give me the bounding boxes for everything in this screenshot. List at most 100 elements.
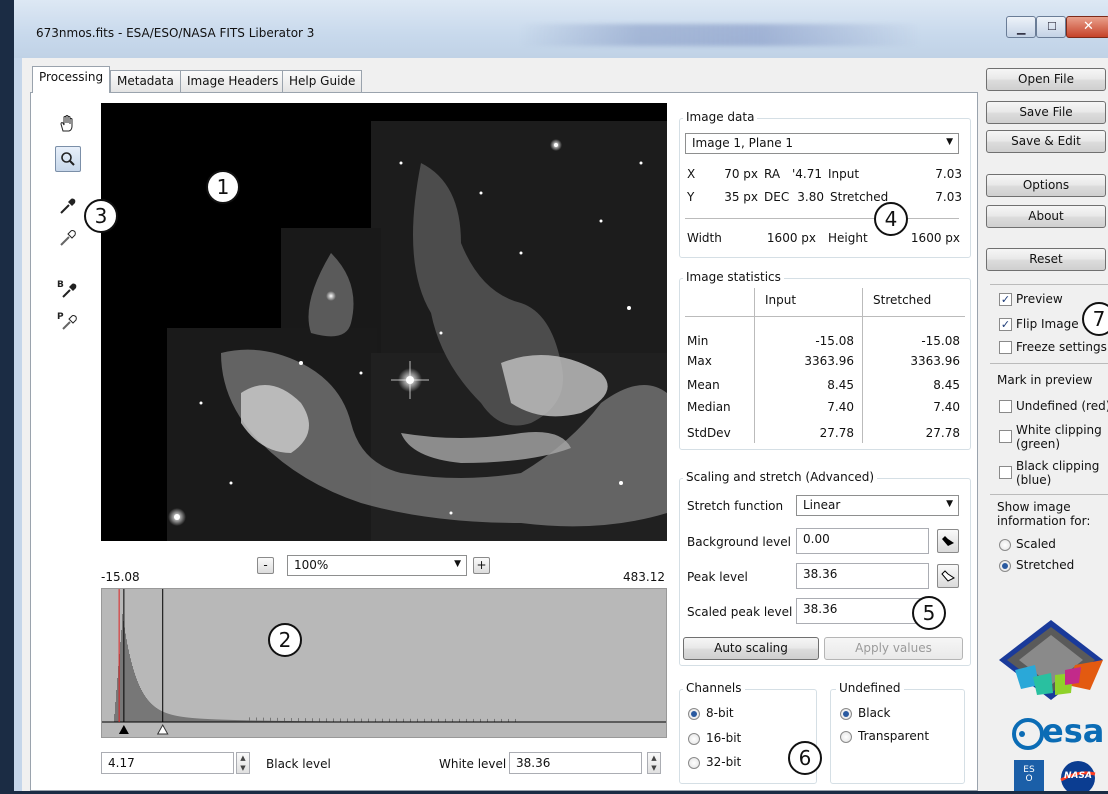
- save-file-button[interactable]: Save File: [986, 101, 1106, 124]
- histogram-bar: [158, 709, 159, 722]
- white-level-input[interactable]: 38.36: [509, 752, 642, 774]
- preview-checkbox[interactable]: ✓: [999, 293, 1012, 306]
- histogram-bar: [191, 717, 192, 722]
- peak-level-input[interactable]: 38.36: [796, 563, 929, 589]
- radio-label: Black: [858, 706, 891, 720]
- scaled-peak-level-input[interactable]: 38.36: [796, 598, 929, 624]
- image-preview[interactable]: 1: [101, 103, 667, 541]
- stretch-function-value: Linear: [803, 498, 841, 512]
- height-value: 1600 px: [910, 231, 960, 245]
- histogram-bar: [354, 718, 355, 722]
- histogram-bar: [161, 710, 162, 722]
- plane-value: Image 1, Plane 1: [692, 136, 794, 150]
- histogram[interactable]: 2: [101, 588, 667, 738]
- zoom-select[interactable]: 100% ▼: [287, 555, 467, 576]
- histogram-bar: [126, 639, 127, 722]
- width-value: 1600 px: [766, 231, 816, 245]
- white-level-spinner[interactable]: ▲ ▼: [647, 752, 661, 774]
- maximize-button[interactable]: ☐: [1036, 16, 1066, 38]
- black-level-input[interactable]: 4.17: [101, 752, 234, 774]
- apply-values-button[interactable]: Apply values: [824, 637, 963, 660]
- histogram-bar: [149, 701, 150, 722]
- hand-tool-icon[interactable]: [56, 114, 78, 136]
- freeze-settings-label: Freeze settings: [1016, 340, 1107, 354]
- zoom-tool-icon[interactable]: [55, 146, 81, 172]
- stretch-function-select[interactable]: Linear ▼: [796, 495, 959, 516]
- zoom-out-button[interactable]: -: [257, 557, 274, 574]
- radio-stretched[interactable]: [999, 560, 1011, 572]
- window-frame-left: [14, 58, 22, 791]
- freeze-settings-checkbox[interactable]: [999, 341, 1012, 354]
- tab-metadata[interactable]: Metadata: [110, 70, 181, 92]
- histogram-bar: [178, 716, 179, 722]
- minimize-button[interactable]: ▁: [1006, 16, 1036, 38]
- peak-picker-button[interactable]: [937, 564, 959, 588]
- black-clipping-checkbox[interactable]: [999, 466, 1012, 479]
- histogram-bar: [196, 718, 197, 722]
- save-edit-button[interactable]: Save & Edit: [986, 130, 1106, 153]
- auto-scaling-button[interactable]: Auto scaling: [683, 637, 819, 660]
- tab-image-headers[interactable]: Image Headers: [180, 70, 286, 92]
- radio-32bit[interactable]: [688, 757, 700, 769]
- tab-processing[interactable]: Processing: [32, 66, 111, 93]
- radio-black[interactable]: [840, 708, 852, 720]
- reset-button[interactable]: Reset: [986, 248, 1106, 271]
- stretched-value: 7.03: [935, 190, 962, 204]
- histogram-bar: [312, 718, 313, 722]
- stretch-function-label: Stretch function: [687, 499, 784, 513]
- callout-5: 5: [912, 596, 946, 630]
- callout-4: 4: [874, 202, 908, 236]
- picker-filled-icon: [942, 536, 954, 546]
- histogram-bar: [190, 717, 191, 722]
- background-level-input[interactable]: 0.00: [796, 528, 929, 554]
- histogram-bar: [200, 718, 201, 722]
- tab-label: Metadata: [117, 74, 174, 88]
- histogram-bar: [120, 642, 121, 722]
- radio-8bit[interactable]: [688, 708, 700, 720]
- histogram-bar: [187, 717, 188, 722]
- black-level-spinner[interactable]: ▲ ▼: [236, 752, 250, 774]
- histogram-bar: [168, 713, 169, 722]
- close-button[interactable]: ✕: [1066, 16, 1108, 38]
- undefined-red-checkbox[interactable]: [999, 400, 1012, 413]
- height-label: Height: [828, 231, 868, 245]
- open-file-button[interactable]: Open File: [986, 68, 1106, 91]
- input-label: Input: [828, 167, 860, 181]
- histogram-bar: [125, 633, 126, 722]
- about-button[interactable]: About: [986, 205, 1106, 228]
- radio-scaled[interactable]: [999, 539, 1011, 551]
- nasa-logo: NASA: [1058, 758, 1098, 794]
- histogram-bar: [147, 699, 148, 722]
- histogram-bar: [177, 716, 178, 722]
- chevron-down-icon: ▼: [946, 137, 953, 147]
- nebula-image: [101, 103, 667, 541]
- histogram-bar: [152, 704, 153, 722]
- radio-transparent[interactable]: [840, 731, 852, 743]
- ra-label: RA: [764, 167, 781, 181]
- divider: [990, 284, 1108, 285]
- histogram-bar: [145, 696, 146, 722]
- plane-select[interactable]: Image 1, Plane 1 ▼: [685, 133, 959, 154]
- flip-image-checkbox[interactable]: ✓: [999, 318, 1012, 331]
- black-eyedropper-icon[interactable]: [57, 196, 79, 218]
- tab-help-guide[interactable]: Help Guide: [282, 70, 363, 92]
- histogram-bar: [122, 614, 123, 722]
- histogram-bar: [143, 693, 144, 722]
- background-eyedropper-icon[interactable]: B: [57, 280, 79, 302]
- histogram-bar: [185, 717, 186, 722]
- divider: [685, 218, 959, 219]
- peak-eyedropper-icon[interactable]: P: [57, 312, 79, 334]
- background-picker-button[interactable]: [937, 529, 959, 553]
- stats-stretched-value: 8.45: [933, 378, 960, 392]
- white-eyedropper-icon[interactable]: [57, 228, 79, 250]
- zoom-in-button[interactable]: +: [473, 557, 490, 574]
- histogram-bar: [157, 708, 158, 722]
- histogram-bar: [263, 717, 264, 722]
- histogram-bar: [291, 718, 292, 722]
- scaling-title: Scaling and stretch (Advanced): [683, 470, 878, 484]
- radio-16bit[interactable]: [688, 733, 700, 745]
- undefined-red-label: Undefined (red): [1016, 399, 1108, 413]
- options-button[interactable]: Options: [986, 174, 1106, 197]
- white-clipping-checkbox[interactable]: [999, 430, 1012, 443]
- show-image-info-label: Show image information for:: [997, 500, 1091, 528]
